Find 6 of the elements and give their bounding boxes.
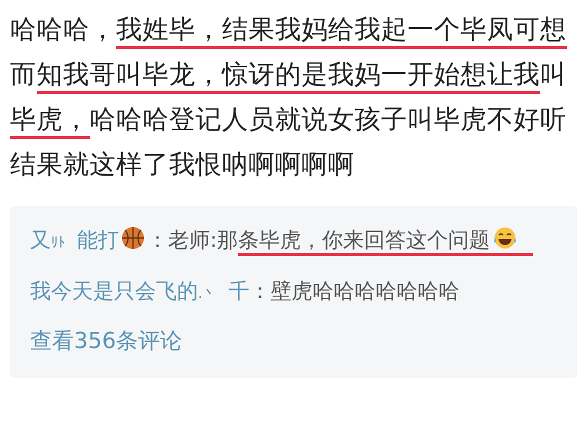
post-text: 哈哈哈，我姓毕，结果我妈给我起一个毕凤可想 而知我哥叫毕龙，惊讶的是我妈一开始想让我叫 毕虎，哈哈哈登记人员就说女孩子叫毕虎不好听结果就这样了我恨呐啊啊啊啊 <box>10 14 568 182</box>
reply-text: 又ﾘﾄ 能打 ：老师:那条毕虎，你来回答这个问题 <box>30 216 557 267</box>
basketball-icon <box>121 226 145 250</box>
reply-text: 我今天是只会飞的.丶 千：壁虎哈哈哈哈哈哈哈 <box>30 278 460 305</box>
laughing-emoji-icon <box>492 226 518 250</box>
view-comments-link[interactable]: 查看356条评论 <box>30 318 557 366</box>
